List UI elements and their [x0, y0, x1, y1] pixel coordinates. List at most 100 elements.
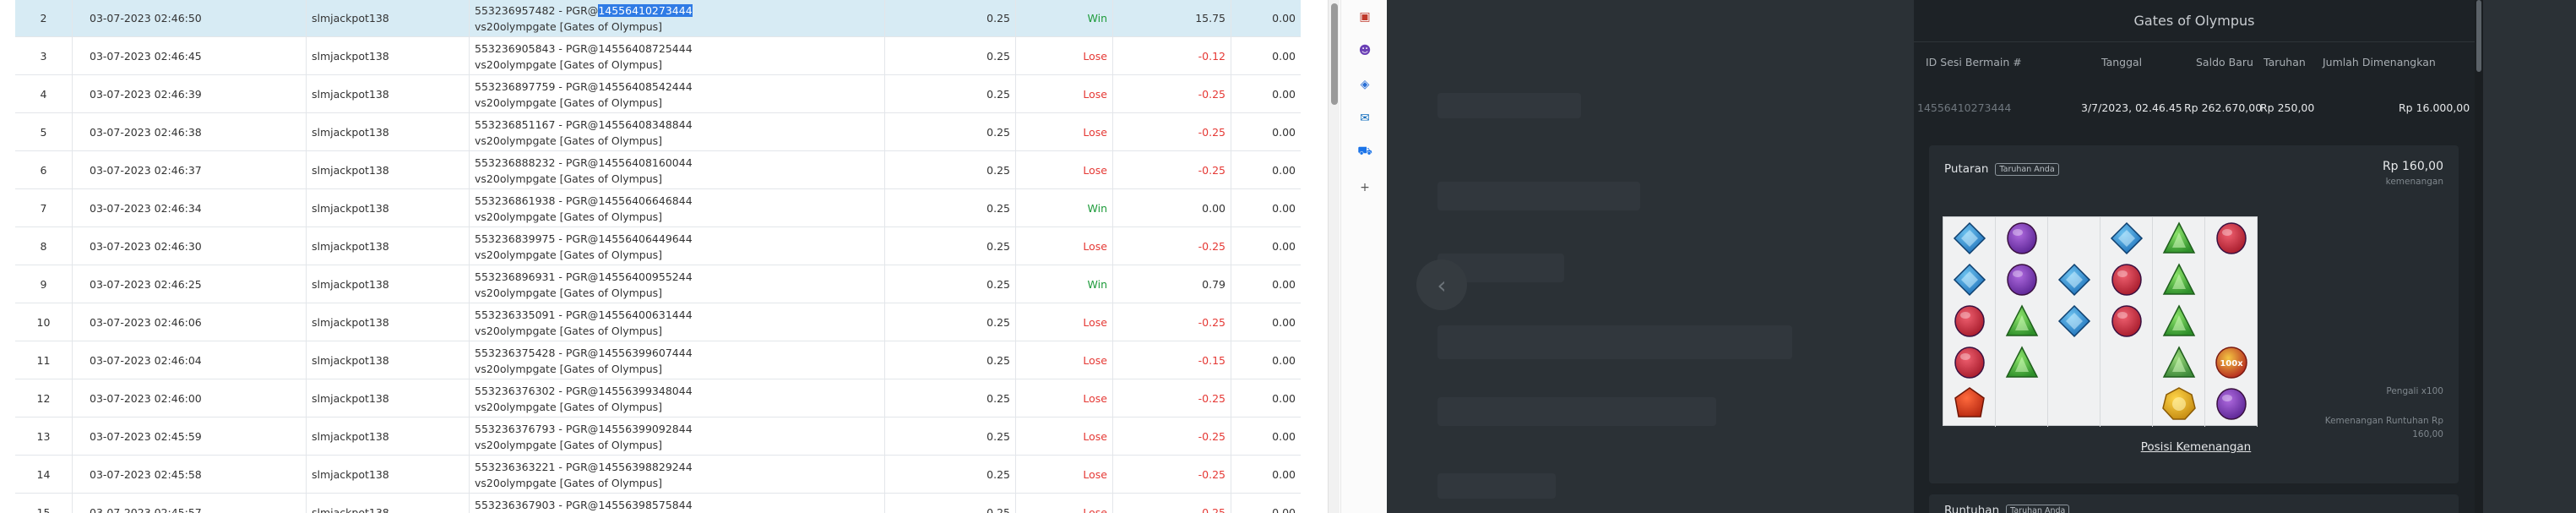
row-balance: 0.00 [1272, 468, 1296, 481]
game-name: vs20olympgate [Gates of Olympus] [475, 438, 663, 451]
red-gem-icon [2214, 221, 2249, 256]
row-amount: -0.25 [1113, 113, 1231, 151]
table-row[interactable]: 11 03-07-2023 02:46:04 slmjackpot138 553236… [15, 341, 1301, 379]
row-date: 03-07-2023 02:46:50 [73, 0, 307, 37]
row-result: Lose [1016, 417, 1113, 456]
row-reference[interactable]: 553236888232 - PGR@14556408160044 vs20oly… [470, 151, 885, 189]
reference-id: 14556399092844 [598, 422, 693, 435]
history-scrollbar-thumb[interactable] [2476, 0, 2481, 72]
row-reference[interactable]: 553236861938 - PGR@14556406646844 vs20oly… [470, 189, 885, 227]
multiplier-symbol-text: 100x [2220, 359, 2243, 368]
row-amount: -0.25 [1113, 303, 1231, 341]
table-row[interactable]: 7 03-07-2023 02:46:34 slmjackpot138 5532368… [15, 189, 1301, 227]
header-session-id: ID Sesi Bermain # [1926, 56, 2022, 68]
row-result: Lose [1016, 494, 1113, 513]
green-gem-icon [2004, 303, 2040, 339]
table-row[interactable]: 9 03-07-2023 02:46:25 slmjackpot138 5532368… [15, 265, 1301, 303]
table-row[interactable]: 5 03-07-2023 02:46:38 slmjackpot138 5532368… [15, 113, 1301, 151]
history-scrollbar[interactable] [2475, 0, 2483, 513]
toolbox-icon[interactable]: ▣ [1356, 8, 1373, 25]
row-reference[interactable]: 553236897759 - PGR@14556408542444 vs20oly… [470, 75, 885, 113]
row-result: Lose [1016, 303, 1113, 341]
game-name: vs20olympgate [Gates of Olympus] [475, 172, 663, 185]
table-row[interactable]: 12 03-07-2023 02:46:00 slmjackpot138 553236… [15, 379, 1301, 417]
blue-gem-icon [1952, 221, 1987, 256]
reference-id: 14556399607444 [598, 346, 693, 359]
row-reference[interactable]: 553236839975 - PGR@14556406449644 vs20oly… [470, 227, 885, 265]
bet-history-table: 2 03-07-2023 02:46:50 slmjackpot138 5532369… [0, 0, 1334, 513]
row-reference[interactable]: 553236363221 - PGR@14556398829244 vs20oly… [470, 456, 885, 494]
row-amount: 15.75 [1113, 0, 1231, 37]
table-row[interactable]: 2 03-07-2023 02:46:50 slmjackpot138 5532369… [15, 0, 1301, 37]
row-reference[interactable]: 553236335091 - PGR@14556400631444 vs20oly… [470, 303, 885, 341]
row-balance: 0.00 [1272, 392, 1296, 405]
row-number: 8 [15, 227, 73, 265]
table-row[interactable]: 8 03-07-2023 02:46:30 slmjackpot138 5532368… [15, 227, 1301, 265]
row-number: 11 [15, 341, 73, 379]
game-name: vs20olympgate [Gates of Olympus] [475, 57, 663, 71]
reference-id: 14556408542444 [598, 79, 693, 93]
reference-prefix: 553236896931 - PGR@ [475, 270, 599, 283]
row-result: Win [1016, 0, 1113, 37]
outlook-icon[interactable]: ✉ [1356, 110, 1373, 127]
reference-prefix: 553236376302 - PGR@ [475, 384, 599, 397]
table-row[interactable]: 4 03-07-2023 02:46:39 slmjackpot138 5532368… [15, 75, 1301, 113]
row-username: slmjackpot138 [307, 113, 470, 151]
header-total-win: Jumlah Dimenangkan [2323, 56, 2436, 68]
table-row[interactable]: 14 03-07-2023 02:45:58 slmjackpot138 553236… [15, 456, 1301, 494]
multiplier-text: Pengali x100 [2386, 386, 2443, 396]
row-number: 10 [15, 303, 73, 341]
row-date: 03-07-2023 02:46:25 [73, 265, 307, 303]
table-row[interactable]: 3 03-07-2023 02:46:45 slmjackpot138 5532369… [15, 37, 1301, 75]
row-number: 9 [15, 265, 73, 303]
row-balance: 0.00 [1272, 354, 1296, 367]
scrollbar-thumb[interactable] [1331, 3, 1338, 105]
reference-id: 14556398829244 [598, 460, 693, 473]
row-username: slmjackpot138 [307, 75, 470, 113]
row-reference[interactable]: 553236367903 - PGR@14556398575844vs20oly… [470, 494, 885, 513]
row-username: slmjackpot138 [307, 0, 470, 37]
red-gem-icon [1952, 345, 1987, 380]
row-reference[interactable]: 553236896931 - PGR@14556400955244 vs20oly… [470, 265, 885, 303]
row-date: 03-07-2023 02:46:37 [73, 151, 307, 189]
table-row[interactable]: 6 03-07-2023 02:46:37 slmjackpot138 5532368… [15, 151, 1301, 189]
row-amount: -0.25 [1113, 227, 1231, 265]
table-row[interactable]: 10 03-07-2023 02:46:06 slmjackpot138 553236… [15, 303, 1301, 341]
add-icon[interactable]: + [1356, 179, 1373, 196]
row-reference[interactable]: 553236376793 - PGR@14556399092844 vs20oly… [470, 417, 885, 456]
row-reference[interactable]: 553236851167 - PGR@14556408348844 vs20oly… [470, 113, 885, 151]
reference-prefix: 553236839975 - PGR@ [475, 232, 599, 245]
reference-prefix: 553236957482 - PGR@ [475, 3, 599, 17]
round-win-amount: Rp 160,00 [2382, 160, 2443, 173]
row-number: 4 [15, 75, 73, 113]
row-balance: 0.00 [1272, 164, 1296, 177]
back-arrow-button[interactable]: ‹ [1416, 259, 1467, 310]
game-name: vs20olympgate [Gates of Olympus] [475, 476, 663, 489]
green-gem-icon [2161, 303, 2197, 339]
row-amount: -0.25 [1113, 417, 1231, 456]
row-reference[interactable]: 553236376302 - PGR@14556399348044 vs20oly… [470, 379, 885, 417]
table-row[interactable]: 13 03-07-2023 02:45:59 slmjackpot138 553236… [15, 417, 1301, 456]
row-result: Lose [1016, 151, 1113, 189]
shopping-cart-icon[interactable]: ⛟ [1356, 144, 1373, 161]
date-value: 3/7/2023, 02.46.45 [2081, 101, 2182, 114]
row-date: 03-07-2023 02:46:34 [73, 189, 307, 227]
tumble-your-bet-tag: Taruhan Anda [2006, 504, 2070, 513]
winning-position-link[interactable]: Posisi Kemenangan [2111, 440, 2280, 454]
copilot-icon[interactable]: ◈ [1356, 76, 1373, 93]
reference-id: 14556406449644 [598, 232, 693, 245]
row-reference[interactable]: 553236375428 - PGR@14556399607444 vs20oly… [470, 341, 885, 379]
people-icon[interactable]: ☻ [1356, 42, 1373, 59]
table-row[interactable]: 15 03-07-2023 02:45:57 slmjackpot138 553236… [15, 494, 1301, 513]
reference-line: 553236897759 - PGR@14556408542444 [475, 79, 693, 95]
header-bet: Taruhan [2264, 56, 2306, 68]
row-reference[interactable]: 553236905843 - PGR@14556408725444 vs20oly… [470, 37, 885, 75]
table-scrollbar[interactable] [1328, 0, 1340, 513]
row-bet: 0.25 [885, 75, 1016, 113]
row-result: Win [1016, 265, 1113, 303]
row-amount: -0.25 [1113, 494, 1231, 513]
round-label: Putaran Taruhan Anda [1944, 162, 2059, 176]
game-name: vs20olympgate [Gates of Olympus] [475, 19, 663, 33]
row-amount: -0.15 [1113, 341, 1231, 379]
row-reference[interactable]: 553236957482 - PGR@14556410273444 vs20oly… [470, 0, 885, 37]
